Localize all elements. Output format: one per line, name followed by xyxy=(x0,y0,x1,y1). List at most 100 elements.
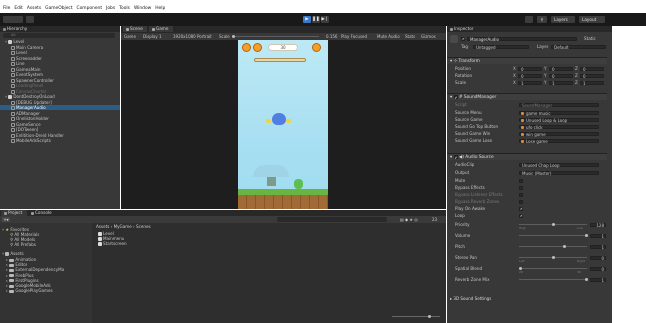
slider-track[interactable] xyxy=(519,278,588,281)
hierarchy-item[interactable]: OnelistonHolder xyxy=(0,116,120,121)
output-field[interactable]: Music (Master) xyxy=(519,171,599,176)
assets-header[interactable]: ▾ Assets xyxy=(2,251,24,256)
display-dropdown[interactable]: Game xyxy=(124,33,136,40)
hierarchy-item[interactable]: LoadingPanel xyxy=(0,83,120,88)
menu-help[interactable]: Help xyxy=(155,6,165,11)
hierarchy-item[interactable]: GameSence xyxy=(0,122,120,127)
menu-jobs[interactable]: Jobs xyxy=(106,6,115,11)
menu-assets[interactable]: Assets xyxy=(27,6,41,11)
hierarchy-item[interactable]: Screenadder xyxy=(0,56,120,61)
slider-value-field[interactable]: 0 xyxy=(590,256,606,261)
menu-edit[interactable]: Edit xyxy=(14,6,23,11)
menu-gameobject[interactable]: GameObject xyxy=(45,6,72,11)
settings-icon[interactable] xyxy=(312,43,321,52)
slider-handle[interactable] xyxy=(585,278,588,281)
audio-clip-field[interactable]: ufo click xyxy=(519,125,599,130)
static-dropdown[interactable]: Static xyxy=(584,36,596,41)
breadcrumb-mygame[interactable]: MyGame xyxy=(114,224,132,229)
3d-sound-settings-foldout[interactable]: ▸ 3D Sound Settings xyxy=(450,296,491,301)
audio-clip-field[interactable]: Unused Loop & Loop xyxy=(519,118,599,123)
menu-window[interactable]: Window xyxy=(134,6,151,11)
audio-clip-field[interactable]: win game xyxy=(519,132,599,137)
audiosource-option-checkbox[interactable] xyxy=(519,179,523,183)
object-name-field[interactable]: ManagerAudio xyxy=(467,37,577,42)
x-value-field[interactable]: 0 xyxy=(518,67,542,72)
hierarchy-item[interactable]: ADManager xyxy=(0,111,120,116)
menu-component[interactable]: Component xyxy=(77,6,103,11)
home-icon[interactable] xyxy=(242,43,251,52)
history-icon[interactable] xyxy=(525,16,533,23)
hierarchy-item[interactable]: ▾ Level xyxy=(0,39,120,44)
tag-dropdown[interactable]: Untagged xyxy=(473,45,529,50)
step-button[interactable]: ▶❘ xyxy=(321,16,329,23)
layer-dropdown[interactable]: Default xyxy=(551,45,606,50)
slider-track[interactable] xyxy=(519,223,587,226)
slider-track[interactable] xyxy=(519,245,587,248)
play-button[interactable]: ▶ xyxy=(303,16,311,23)
asset-folder[interactable]: ▸ GooglePlayGames xyxy=(6,288,53,293)
layout-dropdown[interactable]: Layout xyxy=(579,16,605,23)
hierarchy-item[interactable]: GameaMain xyxy=(0,67,120,72)
layers-dropdown[interactable]: Layers xyxy=(551,16,575,23)
account-dropdown[interactable] xyxy=(3,16,23,23)
hierarchy-item[interactable]: ManagerAudio xyxy=(0,105,120,110)
scale-slider[interactable] xyxy=(232,35,319,38)
slider-handle[interactable] xyxy=(585,234,588,237)
soundmanager-header[interactable]: ▾ # SoundManager xyxy=(447,93,607,102)
z-value-field[interactable]: 0 xyxy=(580,74,604,79)
y-value-field[interactable]: 0 xyxy=(549,67,573,72)
tab-game[interactable]: Game xyxy=(149,26,173,32)
hierarchy-item[interactable]: MobileAdsScripts xyxy=(0,138,120,143)
slider-value-field[interactable]: 1 xyxy=(590,234,606,239)
audiosource-option-checkbox[interactable] xyxy=(519,200,523,204)
icon-size-slider[interactable] xyxy=(392,315,440,318)
create-button[interactable]: +▾ xyxy=(2,217,10,222)
file-item[interactable]: Startscreen xyxy=(98,241,127,246)
hierarchy-item[interactable]: Line xyxy=(0,61,120,66)
hierarchy-tab[interactable]: Hierarchy xyxy=(0,26,120,32)
hierarchy-item[interactable]: CanvasCharter xyxy=(0,89,120,94)
hierarchy-item[interactable]: [DOTween] xyxy=(0,127,120,132)
inspector-tab[interactable]: Inspector xyxy=(447,26,612,32)
audiosource-option-checkbox[interactable] xyxy=(519,214,523,218)
audio-clip-field[interactable]: game music xyxy=(519,111,599,116)
hierarchy-item[interactable]: SpawnerController xyxy=(0,78,120,83)
filter-icons[interactable]: ▤ ◆ ★ ◎ xyxy=(400,217,418,222)
audio-clip-field[interactable]: Lose game xyxy=(519,139,599,144)
hierarchy-item[interactable]: [DEBUG Updater] xyxy=(0,100,120,105)
audiosource-option-checkbox[interactable] xyxy=(519,186,523,190)
audiosource-option-checkbox[interactable] xyxy=(519,193,523,197)
x-value-field[interactable]: 0 xyxy=(518,74,542,79)
z-value-field[interactable]: 1 xyxy=(580,81,604,86)
transform-header[interactable]: ▾ ⊹ Transform xyxy=(447,57,607,64)
active-checkbox[interactable] xyxy=(461,37,465,41)
stats-toggle[interactable]: Stats xyxy=(405,33,415,40)
slider-value-field[interactable]: 1 xyxy=(590,245,606,250)
x-value-field[interactable]: 1 xyxy=(518,81,542,86)
slider-handle[interactable] xyxy=(552,256,555,259)
hierarchy-item[interactable]: Level xyxy=(0,50,120,55)
hierarchy-item[interactable]: Enlitition-Dreid Handler xyxy=(0,133,120,138)
slider-track[interactable] xyxy=(519,234,588,237)
slider-track[interactable] xyxy=(519,256,587,259)
game-canvas[interactable]: 30 xyxy=(238,40,328,209)
slider-handle[interactable] xyxy=(552,223,555,226)
slider-track[interactable] xyxy=(519,267,587,270)
hierarchy-item[interactable]: ▾ DontDestroyOnLoad xyxy=(0,94,120,99)
search-icon[interactable]: ⚲ xyxy=(537,16,547,23)
mute-audio-toggle[interactable]: Mute Audio xyxy=(377,33,400,40)
favorite-item[interactable]: ⚲ All Prefabs xyxy=(10,242,36,247)
hierarchy-item[interactable]: EventSystem xyxy=(0,72,120,77)
y-value-field[interactable]: 0 xyxy=(549,74,573,79)
z-value-field[interactable]: 0 xyxy=(580,67,604,72)
y-value-field[interactable]: 1 xyxy=(549,81,573,86)
cloud-icon[interactable] xyxy=(26,16,34,23)
play-focused-dropdown[interactable]: Play Focused xyxy=(341,33,367,40)
breadcrumb-assets[interactable]: Assets xyxy=(96,224,109,229)
gizmos-dropdown[interactable]: Gizmos xyxy=(421,33,436,40)
hierarchy-item[interactable]: Main Camera xyxy=(0,45,120,50)
audiosource-header[interactable]: ▾ ◀) Audio Source xyxy=(447,153,607,162)
display-number-dropdown[interactable]: Display 1 xyxy=(143,33,162,40)
slider-value-field[interactable]: 1 xyxy=(590,278,606,283)
menu-file[interactable]: File xyxy=(3,6,10,11)
